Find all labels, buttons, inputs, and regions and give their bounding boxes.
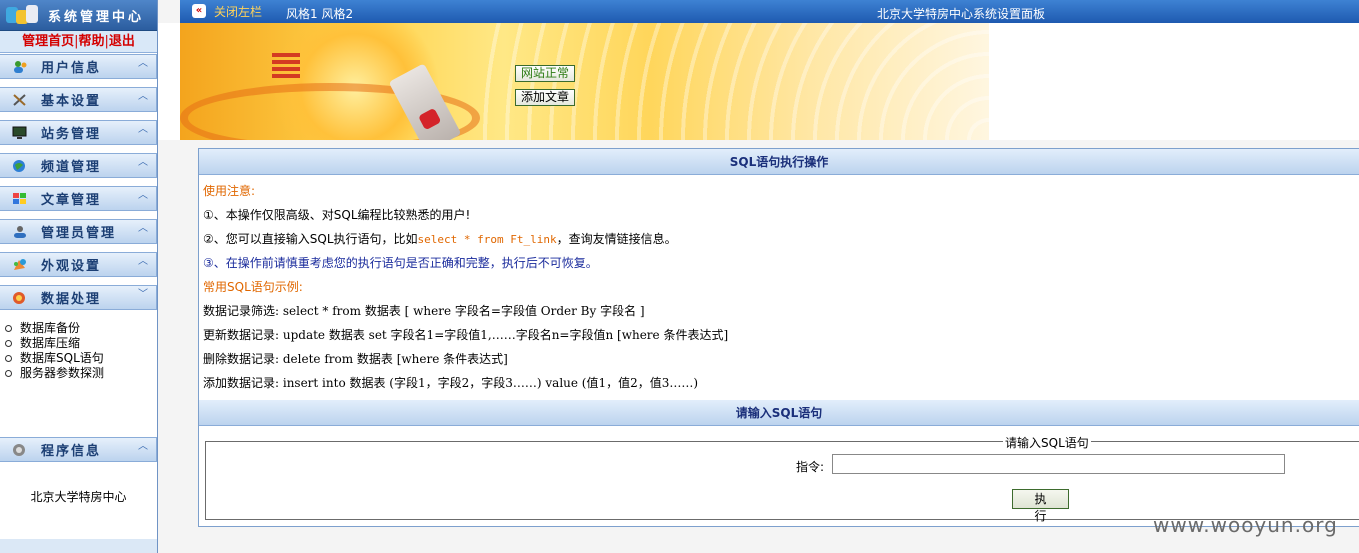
admin-logo-icon — [6, 4, 40, 26]
watermark-text: www.wooyun.org — [1153, 513, 1338, 537]
sidebar-section-label: 用户信息 — [41, 61, 102, 76]
add-article-button[interactable]: 添加文章 — [515, 89, 576, 106]
example-update: 更新数据记录: update 数据表 set 字段名1=字段值1,……字段名n=… — [203, 328, 729, 342]
command-label: 指令: — [796, 460, 825, 474]
sidebar-section-label: 文章管理 — [41, 193, 102, 208]
top-gap — [158, 0, 180, 23]
submenu-item-db-sql[interactable]: 数据库SQL语句 — [5, 351, 104, 366]
collapse-left-icon[interactable]: « — [192, 4, 206, 18]
chevron-up-icon[interactable]: ︿ — [138, 257, 148, 267]
sql-panel: SQL语句执行操作 使用注意: ①、本操作仅限高级、对SQL编程比较熟悉的用户!… — [198, 148, 1359, 527]
style-switcher: 风格1 风格2 — [286, 5, 353, 22]
submenu-item-db-backup[interactable]: 数据库备份 — [5, 321, 104, 336]
chevron-up-icon[interactable]: ︿ — [138, 191, 148, 201]
sidebar-section-label: 频道管理 — [41, 160, 102, 175]
site-status-button[interactable]: 网站正常 — [515, 65, 576, 82]
paint-icon — [12, 258, 28, 272]
chevron-up-icon[interactable]: ︿ — [138, 442, 148, 452]
note-3: ③、在操作前请慎重考虑您的执行语句是否正确和完整，执行后不可恢复。 — [203, 256, 598, 270]
chevron-up-icon[interactable]: ︿ — [138, 125, 148, 135]
program-icon — [12, 443, 28, 457]
note-2-code: select * from Ft_link — [417, 233, 557, 246]
sidebar-section-channel-management[interactable]: 频道管理 ︿ — [0, 153, 157, 178]
sidebar-section-article-management[interactable]: 文章管理 ︿ — [0, 186, 157, 211]
sidebar-section-site-management[interactable]: 站务管理 ︿ — [0, 120, 157, 145]
sql-input-fieldset: 请输入SQL语句 指令: 执 行 — [205, 434, 1359, 523]
bullet-icon — [5, 370, 12, 377]
note-2: ②、您可以直接输入SQL执行语句，比如select * from Ft_link… — [203, 232, 677, 246]
sidebar-quick-links: 管理首页|帮助|退出 — [0, 31, 157, 53]
sidebar-section-program-info[interactable]: 程序信息 ︿ — [0, 437, 157, 462]
chevron-up-icon[interactable]: ︿ — [138, 92, 148, 102]
style-link-2[interactable]: 风格2 — [321, 7, 353, 21]
submenu-item-db-compress[interactable]: 数据库压缩 — [5, 336, 104, 351]
command-input[interactable] — [832, 454, 1285, 474]
chevron-up-icon[interactable]: ︿ — [138, 59, 148, 69]
sidebar-title: 系统管理中心 — [48, 9, 145, 25]
globe-icon — [12, 159, 28, 173]
sql-notes: 使用注意: ①、本操作仅限高级、对SQL编程比较熟悉的用户! ②、您可以直接输入… — [199, 175, 1359, 395]
sidebar-section-appearance[interactable]: 外观设置 ︿ — [0, 252, 157, 277]
sidebar-footer-text: 北京大学特房中心 — [30, 490, 127, 504]
fieldset-legend: 请输入SQL语句 — [1003, 434, 1091, 451]
execute-button[interactable]: 执 行 — [1012, 489, 1069, 523]
chevron-down-icon[interactable]: ﹀ — [138, 290, 148, 300]
sidebar-section-label: 站务管理 — [41, 127, 102, 142]
windows-icon — [12, 192, 28, 206]
bullet-icon — [5, 325, 12, 332]
sidebar-section-data-processing[interactable]: 数据处理 ﹀ — [0, 285, 157, 310]
sidebar-section-label: 基本设置 — [41, 94, 102, 109]
sidebar-section-label: 管理员管理 — [41, 226, 117, 241]
bullet-icon — [5, 340, 12, 347]
sql-panel-title: SQL语句执行操作 — [199, 149, 1359, 175]
link-help[interactable]: 帮助 — [78, 34, 104, 49]
sidebar: 系统管理中心 管理首页|帮助|退出 用户信息 ︿ 基本设置 ︿ 站务管理 ︿ 频… — [0, 0, 158, 553]
data-icon — [12, 291, 28, 305]
example-delete: 删除数据记录: delete from 数据表 [where 条件表达式] — [203, 352, 508, 366]
close-left-panel-link[interactable]: 关闭左栏 — [214, 3, 262, 20]
sidebar-section-label: 外观设置 — [41, 259, 102, 274]
input-panel-title: 请输入SQL语句 — [199, 400, 1359, 426]
chevron-up-icon[interactable]: ︿ — [138, 224, 148, 234]
header-banner: 网站正常 添加文章 — [180, 23, 989, 140]
sidebar-bottom-bar — [0, 539, 157, 553]
note-1: ①、本操作仅限高级、对SQL编程比较熟悉的用户! — [203, 208, 471, 222]
chevron-up-icon[interactable]: ︿ — [138, 158, 148, 168]
panel-title: 北京大学特房中心系统设置面板 — [877, 7, 1046, 21]
admin-user-icon — [12, 225, 28, 239]
top-bar: « 关闭左栏 风格1 风格2 北京大学特房中心系统设置面板 — [180, 0, 1359, 23]
link-logout[interactable]: 退出 — [109, 34, 135, 49]
style-link-1[interactable]: 风格1 — [286, 7, 318, 21]
notice-label: 使用注意: — [203, 184, 256, 198]
submenu-item-server-probe[interactable]: 服务器参数探测 — [5, 366, 104, 381]
data-processing-submenu: 数据库备份 数据库压缩 数据库SQL语句 服务器参数探测 — [5, 321, 104, 381]
sidebar-header: 系统管理中心 — [0, 0, 157, 31]
sidebar-section-label: 数据处理 — [41, 292, 102, 307]
sidebar-section-label: 程序信息 — [41, 444, 102, 459]
monitor-icon — [12, 126, 28, 140]
banner-logo-icon — [272, 53, 300, 93]
bullet-icon — [5, 355, 12, 362]
link-admin-home[interactable]: 管理首页 — [22, 34, 74, 49]
example-insert: 添加数据记录: insert into 数据表 (字段1，字段2，字段3……) … — [203, 376, 699, 390]
sidebar-section-basic-settings[interactable]: 基本设置 ︿ — [0, 87, 157, 112]
example-select: 数据记录筛选: select * from 数据表 [ where 字段名=字段… — [203, 304, 645, 318]
tools-icon — [12, 93, 28, 107]
users-icon — [12, 60, 28, 74]
sidebar-section-admin-management[interactable]: 管理员管理 ︿ — [0, 219, 157, 244]
examples-label: 常用SQL语句示例: — [203, 280, 303, 294]
sidebar-section-user-info[interactable]: 用户信息 ︿ — [0, 54, 157, 79]
